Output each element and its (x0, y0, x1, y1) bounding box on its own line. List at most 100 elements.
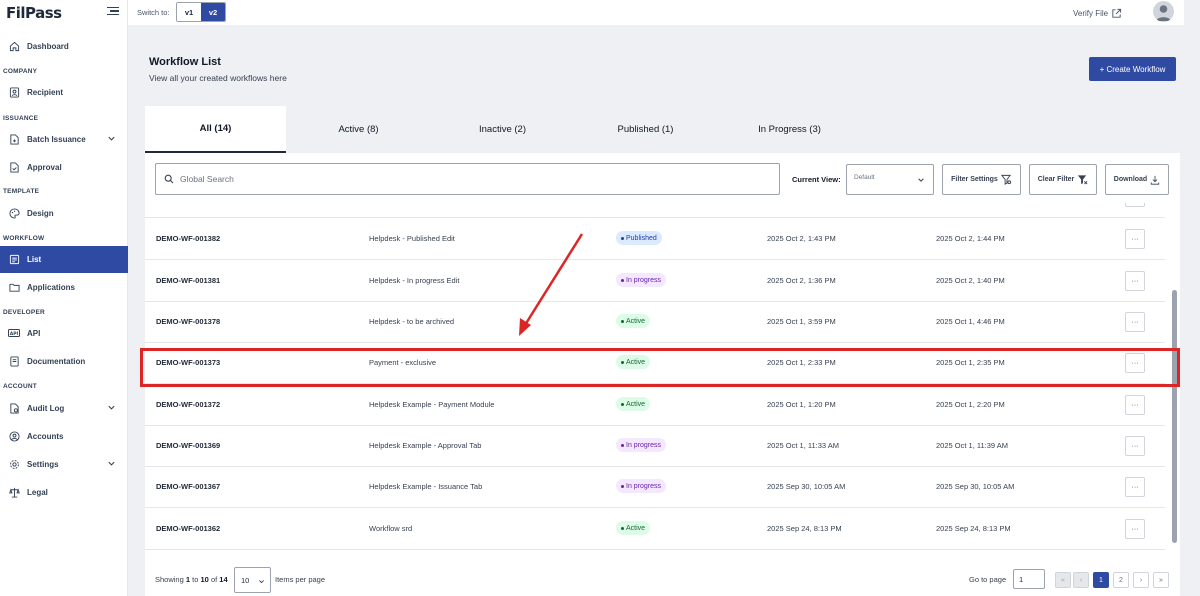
chevron-down-icon (918, 178, 924, 182)
version-v2-button[interactable]: v2 (201, 3, 225, 21)
list-icon (8, 254, 20, 266)
clear-filter-button[interactable]: Clear Filter (1029, 164, 1097, 195)
current-view-select[interactable]: Default (846, 164, 934, 195)
filter-settings-button[interactable]: Filter Settings (942, 164, 1021, 195)
sidebar-item-dashboard[interactable]: Dashboard (0, 35, 128, 57)
table-row[interactable]: DEMO-WF-001362 Workflow srd Active 2025 … (145, 509, 1165, 550)
go-to-page-input[interactable]: 1 (1013, 569, 1045, 589)
sidebar-item-label: Audit Log (27, 403, 65, 413)
showing-summary: Showing 1 to 10 of 14 (155, 575, 228, 584)
row-actions-button[interactable]: ··· (1125, 229, 1145, 249)
status-badge: In progress (616, 438, 667, 452)
sidebar: FilPass Dashboard COMPANY Recipient ISSU… (0, 0, 128, 596)
page-2-button[interactable]: 2 (1113, 572, 1129, 588)
sidebar-item-approval[interactable]: Approval (0, 156, 128, 178)
sidebar-item-recipient[interactable]: Recipient (0, 81, 128, 103)
sidebar-item-label: Dashboard (27, 41, 69, 51)
workflow-id[interactable]: DEMO-WF-001378 (156, 317, 220, 326)
table-row[interactable]: DEMO-WF-001378 Helpdesk - to be archived… (145, 302, 1165, 343)
showing-of-word: of (210, 575, 218, 584)
sidebar-item-api[interactable]: API API (0, 322, 128, 344)
workflow-id[interactable]: DEMO-WF-001381 (156, 276, 220, 285)
table-row[interactable] (145, 203, 1165, 218)
version-v1-button[interactable]: v1 (177, 3, 201, 21)
chevron-down-icon (259, 580, 264, 584)
workflow-id[interactable]: DEMO-WF-001367 (156, 482, 220, 491)
create-workflow-button[interactable]: + Create Workflow (1089, 57, 1176, 81)
updated-date: 2025 Sep 24, 8:13 PM (936, 524, 1011, 533)
created-date: 2025 Oct 1, 11:33 AM (767, 441, 839, 450)
global-search-input[interactable]: Global Search (155, 163, 780, 195)
page-title: Workflow List (149, 56, 221, 68)
workflow-id[interactable]: DEMO-WF-001382 (156, 234, 220, 243)
sidebar-item-applications[interactable]: Applications (0, 276, 128, 298)
sidebar-item-label: Settings (27, 459, 59, 469)
updated-date: 2025 Oct 1, 11:39 AM (936, 441, 1008, 450)
row-actions-button[interactable] (1125, 203, 1145, 207)
filter-gear-icon (1000, 174, 1011, 185)
status-badge: Active (616, 314, 651, 328)
workflow-name: Helpdesk Example - Approval Tab (369, 441, 482, 450)
next-page-button[interactable]: › (1133, 572, 1149, 588)
tab-active[interactable]: Active (8) (288, 106, 429, 153)
download-icon (1151, 175, 1160, 185)
status-badge: Active (616, 397, 651, 411)
table-row[interactable]: DEMO-WF-001367 Helpdesk Example - Issuan… (145, 467, 1165, 508)
page-1-button[interactable]: 1 (1093, 572, 1109, 588)
sidebar-item-settings[interactable]: Settings (0, 453, 128, 475)
sidebar-item-legal[interactable]: Legal (0, 481, 128, 503)
search-icon (164, 174, 174, 184)
chevron-down-icon[interactable] (107, 403, 116, 412)
download-button[interactable]: Download (1105, 164, 1169, 195)
tab-inactive[interactable]: Inactive (2) (432, 106, 573, 153)
table-scrollbar[interactable] (1172, 290, 1177, 543)
first-page-button[interactable]: « (1055, 572, 1071, 588)
row-actions-button[interactable]: ··· (1125, 271, 1145, 291)
user-avatar[interactable] (1153, 1, 1174, 22)
workflow-id[interactable]: DEMO-WF-001362 (156, 524, 220, 533)
workflow-name: Helpdesk - In progress Edit (369, 276, 460, 285)
updated-date: 2025 Oct 2, 1:40 PM (936, 276, 1005, 285)
sidebar-item-accounts[interactable]: Accounts (0, 425, 128, 447)
sidebar-item-documentation[interactable]: Documentation (0, 350, 128, 372)
filter-settings-label: Filter Settings (951, 176, 998, 183)
workflow-id[interactable]: DEMO-WF-001369 (156, 441, 220, 450)
section-label-company: COMPANY (3, 68, 38, 75)
chevron-down-icon[interactable] (107, 459, 116, 468)
tab-in-progress[interactable]: In Progress (3) (719, 106, 860, 153)
folder-icon (8, 281, 20, 293)
prev-page-button[interactable]: ‹ (1073, 572, 1089, 588)
table-row[interactable]: DEMO-WF-001372 Helpdesk Example - Paymen… (145, 385, 1165, 426)
row-actions-button[interactable]: ··· (1125, 477, 1145, 497)
workflow-id[interactable]: DEMO-WF-001372 (156, 400, 220, 409)
table-row[interactable]: DEMO-WF-001369 Helpdesk Example - Approv… (145, 426, 1165, 467)
tab-published[interactable]: Published (1) (575, 106, 716, 153)
app-logo[interactable]: FilPass (6, 4, 62, 22)
user-card-icon (8, 86, 20, 98)
sidebar-item-audit-log[interactable]: Audit Log (0, 397, 128, 419)
tab-all[interactable]: All (14) (145, 106, 286, 153)
sidebar-item-design[interactable]: Design (0, 202, 128, 224)
menu-toggle-icon[interactable] (107, 5, 119, 17)
api-icon: API (8, 327, 20, 339)
verify-file-link[interactable]: Verify File (1073, 8, 1122, 19)
row-actions-button[interactable]: ··· (1125, 519, 1145, 539)
last-page-button[interactable]: » (1153, 572, 1169, 588)
gear-icon (8, 458, 20, 470)
sidebar-item-label: Design (27, 208, 54, 218)
items-per-page-select[interactable]: 10 (234, 567, 271, 593)
sidebar-item-list[interactable]: List (0, 246, 128, 273)
table-row[interactable]: DEMO-WF-001381 Helpdesk - In progress Ed… (145, 261, 1165, 302)
row-actions-button[interactable]: ··· (1125, 436, 1145, 456)
row-actions-button[interactable]: ··· (1125, 395, 1145, 415)
pagination-footer: Showing 1 to 10 of 14 10 Items per page … (145, 556, 1180, 596)
row-actions-button[interactable]: ··· (1125, 312, 1145, 332)
chevron-down-icon[interactable] (107, 134, 116, 143)
sidebar-item-label: List (27, 255, 42, 264)
svg-text:API: API (10, 331, 19, 337)
created-date: 2025 Sep 30, 10:05 AM (767, 482, 846, 491)
sidebar-item-batch-issuance[interactable]: Batch Issuance (0, 128, 128, 150)
sidebar-item-label: Legal (27, 487, 48, 497)
table-row[interactable]: DEMO-WF-001382 Helpdesk - Published Edit… (145, 219, 1165, 260)
created-date: 2025 Sep 24, 8:13 PM (767, 524, 842, 533)
